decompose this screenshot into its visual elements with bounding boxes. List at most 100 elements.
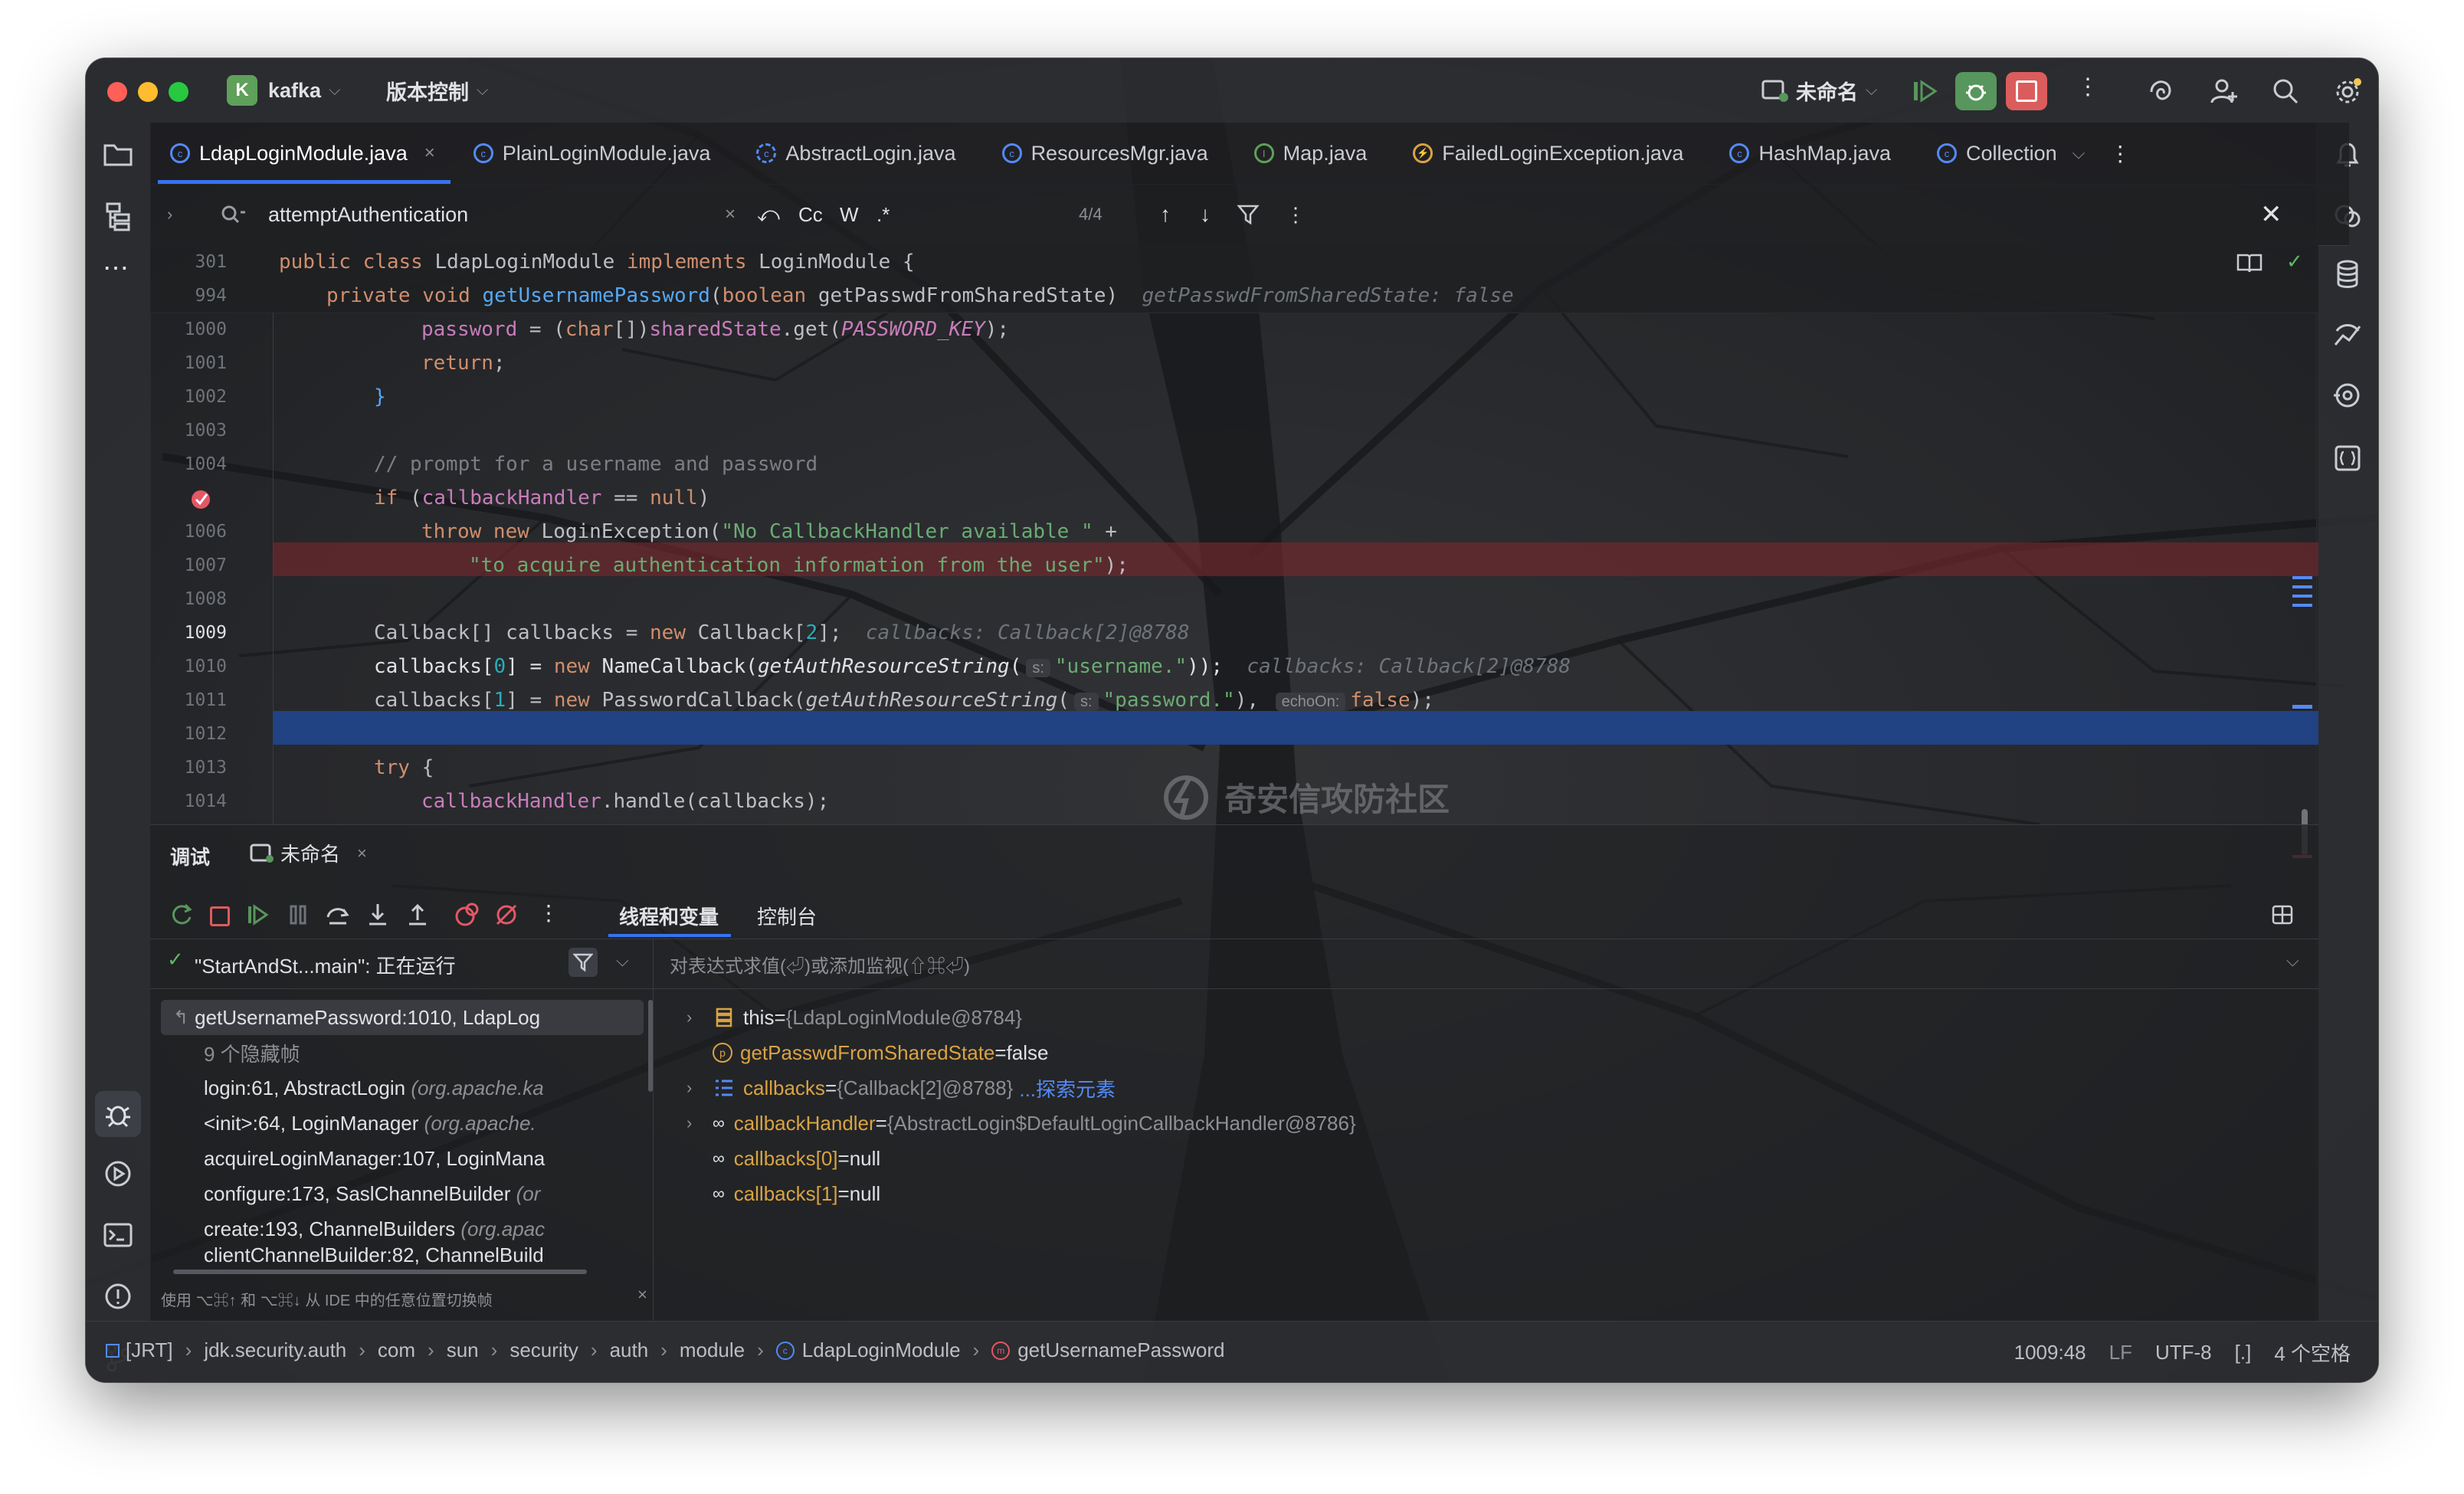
run-config-selector[interactable]: 未命名 ⌵ bbox=[1761, 72, 1877, 109]
code-line[interactable]: 1008 bbox=[150, 582, 2318, 616]
code-line[interactable]: 1000 password = (char[])sharedState.get(P… bbox=[150, 313, 2318, 346]
add-user-icon[interactable] bbox=[2210, 77, 2239, 106]
tab-more-icon[interactable]: ⋮ bbox=[2109, 141, 2131, 166]
debug-session-tab[interactable]: 未命名 × bbox=[250, 839, 367, 867]
view-breakpoints-icon[interactable] bbox=[454, 902, 480, 928]
variable-row[interactable]: › this = {LdapLoginModule@8784} bbox=[686, 1000, 1022, 1035]
variable-row[interactable]: ∞ callbacks[0] = null bbox=[713, 1141, 880, 1176]
variable-row[interactable]: ∞ callbacks[1] = null bbox=[713, 1176, 880, 1211]
search-history-icon[interactable] bbox=[219, 203, 247, 226]
stop-icon[interactable] bbox=[210, 906, 230, 926]
tab-list-chevron-icon[interactable]: ⌵ bbox=[2072, 143, 2086, 163]
endpoints-icon[interactable] bbox=[2331, 319, 2364, 352]
error-stripe-markers[interactable] bbox=[2292, 576, 2312, 579]
tab-plainloginmodule[interactable]: c PlainLoginModule.java bbox=[458, 123, 734, 184]
code-line[interactable]: 1004// prompt for a username and passwor… bbox=[150, 447, 2318, 481]
variable-row[interactable]: › callbacks = {Callback[2]@8788} ...探索元素 bbox=[686, 1070, 1116, 1106]
tab-ldaploginmodule[interactable]: c LdapLoginModule.java × bbox=[150, 123, 458, 184]
close-tip-icon[interactable]: × bbox=[637, 1285, 647, 1305]
sticky-line-method[interactable]: 994 private void getUsernamePassword(boo… bbox=[150, 279, 2318, 313]
code-line[interactable]: 1006 throw new LoginException("No Callbac… bbox=[150, 515, 2318, 549]
layout-settings-icon[interactable] bbox=[2271, 903, 2294, 926]
step-into-icon[interactable] bbox=[365, 902, 391, 928]
previous-match-icon[interactable]: ↑ bbox=[1160, 202, 1171, 227]
code-editor[interactable]: 301 public class LdapLoginModule impleme… bbox=[150, 245, 2318, 858]
frame-item[interactable]: create:193, ChannelBuilders (org.apac bbox=[204, 1211, 545, 1247]
tab-resourcesmgr[interactable]: c ResourcesMgr.java bbox=[979, 123, 1231, 184]
close-tab-icon[interactable]: × bbox=[357, 844, 367, 863]
breadcrumb-item[interactable]: sun bbox=[447, 1338, 479, 1362]
expand-replace-chevron-icon[interactable]: › bbox=[167, 205, 172, 224]
step-over-icon[interactable] bbox=[325, 902, 351, 928]
json-icon[interactable] bbox=[2331, 441, 2364, 475]
close-window-button[interactable] bbox=[107, 82, 127, 102]
vcs-menu[interactable]: 版本控制 ⌵ bbox=[386, 72, 488, 109]
frames-scrollbar[interactable] bbox=[648, 1000, 653, 1092]
frame-item[interactable]: acquireLoginManager:107, LoginMana bbox=[204, 1141, 545, 1176]
sticky-line-class[interactable]: 301 public class LdapLoginModule impleme… bbox=[150, 245, 2318, 279]
resume-icon[interactable] bbox=[1911, 78, 1938, 104]
whole-words-toggle[interactable]: W bbox=[840, 203, 859, 227]
frame-item[interactable]: <init>:64, LoginManager (org.apache. bbox=[204, 1106, 536, 1141]
breadcrumb-item[interactable]: [JRT] bbox=[126, 1338, 173, 1362]
close-tab-icon[interactable]: × bbox=[424, 143, 435, 164]
breadcrumb-item[interactable]: module bbox=[680, 1338, 745, 1362]
expand-chevron-icon[interactable]: › bbox=[686, 1007, 713, 1027]
tab-threads-variables[interactable]: 线程和变量 bbox=[619, 902, 719, 930]
run-icon[interactable] bbox=[101, 1157, 135, 1191]
more-tools-icon[interactable]: ⋯ bbox=[103, 253, 130, 283]
frame-item[interactable]: clientChannelBuilder:82, ChannelBuild bbox=[204, 1243, 544, 1266]
search-icon[interactable] bbox=[2271, 77, 2300, 106]
explore-elements-link[interactable]: ...探索元素 bbox=[1019, 1074, 1116, 1102]
match-case-toggle[interactable]: Cc bbox=[798, 203, 823, 227]
caret-position[interactable]: 1009:48 bbox=[2014, 1341, 2086, 1365]
code-line[interactable]: 1002} bbox=[150, 380, 2318, 414]
step-out-icon[interactable] bbox=[405, 902, 431, 928]
more-actions-icon[interactable]: ⋮ bbox=[2076, 74, 2099, 100]
tab-console[interactable]: 控制台 bbox=[757, 902, 817, 930]
minimize-window-button[interactable] bbox=[138, 82, 158, 102]
structure-icon[interactable] bbox=[101, 199, 135, 233]
tab-collection[interactable]: c Collection bbox=[1914, 123, 2062, 184]
variable-row[interactable]: p getPasswdFromSharedState = false bbox=[713, 1035, 1049, 1070]
breadcrumb-item[interactable]: getUsernamePassword bbox=[1017, 1338, 1224, 1362]
frame-item[interactable]: login:61, AbstractLogin (org.apache.ka bbox=[204, 1070, 544, 1106]
evaluate-expression-input[interactable]: 对表达式求值(⏎)或添加监视(⇧⌘⏎) bbox=[670, 951, 970, 978]
thread-selector[interactable]: "StartAndSt...main": 正在运行 bbox=[195, 951, 456, 979]
find-input[interactable]: attemptAuthentication bbox=[268, 203, 468, 227]
close-find-icon[interactable]: ✕ bbox=[2260, 199, 2282, 230]
breakpoint-icon[interactable] bbox=[190, 487, 213, 510]
debug-bug-icon[interactable] bbox=[101, 1097, 135, 1131]
breadcrumb-item[interactable]: LdapLoginModule bbox=[802, 1338, 961, 1362]
debug-rerun-button[interactable] bbox=[1955, 72, 1997, 110]
thread-chevron-down-icon[interactable]: ⌵ bbox=[616, 951, 629, 971]
frame-item[interactable]: configure:173, SaslChannelBuilder (or bbox=[204, 1176, 540, 1211]
breadcrumb-item[interactable]: security bbox=[510, 1338, 578, 1362]
pause-icon[interactable] bbox=[285, 902, 311, 928]
code-line-current[interactable]: 1010 callbacks[0] = new NameCallback(getA… bbox=[150, 650, 2318, 683]
variable-row[interactable]: › ∞ callbackHandler = {AbstractLogin$Def… bbox=[686, 1106, 1356, 1141]
stop-button[interactable] bbox=[2006, 72, 2047, 110]
breadcrumb-item[interactable]: jdk.security.auth bbox=[204, 1338, 346, 1362]
breadcrumb-item[interactable]: com bbox=[378, 1338, 415, 1362]
rerun-icon[interactable] bbox=[169, 902, 195, 928]
file-encoding[interactable]: UTF-8 bbox=[2155, 1341, 2212, 1365]
resume-icon[interactable] bbox=[245, 902, 271, 928]
tab-abstractlogin[interactable]: c AbstractLogin.java bbox=[733, 123, 978, 184]
code-line[interactable]: 1012 bbox=[150, 717, 2318, 751]
frames-h-scrollbar[interactable] bbox=[173, 1270, 587, 1274]
filter-icon[interactable] bbox=[1237, 203, 1260, 226]
breadcrumb-item[interactable]: auth bbox=[610, 1338, 649, 1362]
database-icon[interactable] bbox=[2331, 257, 2364, 291]
find-more-icon[interactable]: ⋮ bbox=[1286, 203, 1306, 227]
project-folder-icon[interactable] bbox=[101, 138, 135, 172]
zoom-window-button[interactable] bbox=[169, 82, 188, 102]
new-line-icon[interactable]: ⤺ bbox=[757, 202, 780, 228]
expand-chevron-icon[interactable]: › bbox=[686, 1113, 713, 1133]
tab-map[interactable]: I Map.java bbox=[1231, 123, 1391, 184]
reader-mode-icon[interactable] bbox=[2236, 251, 2263, 274]
frame-item[interactable]: ↰ getUsernamePassword:1010, LdapLog bbox=[173, 1000, 540, 1035]
code-line[interactable]: if (callbackHandler == null) bbox=[150, 481, 2318, 515]
tab-hashmap[interactable]: c HashMap.java bbox=[1706, 123, 1914, 184]
debug-more-icon[interactable]: ⋮ bbox=[538, 900, 559, 926]
